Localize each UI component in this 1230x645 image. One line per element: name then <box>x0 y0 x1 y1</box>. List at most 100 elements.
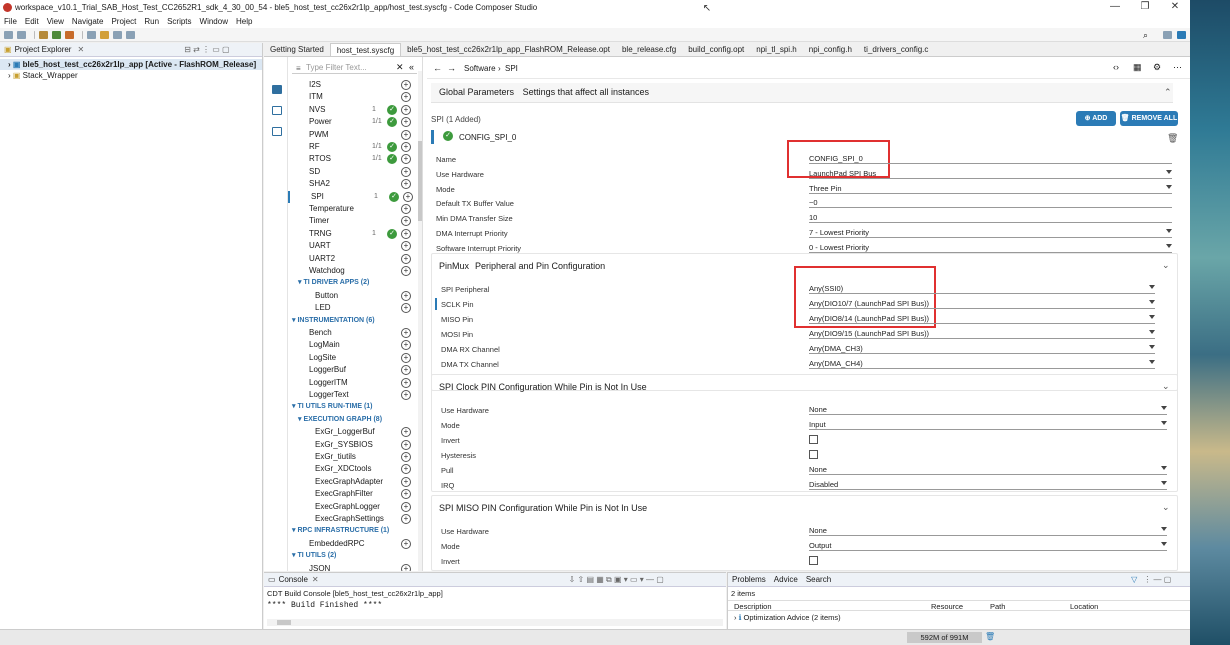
collapse-icon[interactable]: « <box>409 62 414 72</box>
module-item-timer[interactable]: Timer + <box>288 215 419 227</box>
module-scrollbar[interactable] <box>418 71 422 571</box>
debug-icon[interactable] <box>52 30 61 39</box>
module-item-nvs[interactable]: NVS 1 ✓ + <box>288 104 419 116</box>
module-item[interactable]: LogMain + <box>288 339 419 351</box>
maximize-button[interactable]: ❐ <box>1135 1 1155 12</box>
tab-getting-started[interactable]: Getting Started <box>264 43 330 56</box>
checkbox[interactable] <box>809 435 818 444</box>
module-item[interactable]: LoggerITM + <box>288 377 419 389</box>
add-module-icon[interactable]: + <box>401 390 411 400</box>
dropdown-select[interactable]: Any(DMA_CH3) <box>809 343 1155 354</box>
dropdown-select[interactable]: 0 - Lowest Priority <box>809 242 1172 253</box>
add-button[interactable]: ⊕ ADD <box>1076 111 1116 126</box>
heap-status[interactable]: 592M of 991M <box>907 632 982 643</box>
menu-file[interactable]: File <box>4 17 17 26</box>
module-item-uart[interactable]: UART + <box>288 240 419 252</box>
console-toolbar-icons[interactable]: ⇩ ⇧ ▤ ▦ ⧉ ▣ ▾ ▭ ▾ — ▢ <box>569 575 664 585</box>
tab-ble-release-cfg[interactable]: ble_release.cfg <box>616 43 682 56</box>
module-item[interactable]: LoggerText + <box>288 389 419 401</box>
dropdown-select[interactable]: Any(DMA_CH4) <box>809 358 1155 369</box>
module-item[interactable]: ExecGraphLogger + <box>288 501 419 513</box>
config-view-icon[interactable] <box>272 85 282 94</box>
minimize-button[interactable]: — <box>1105 1 1125 12</box>
forward-arrow-icon[interactable]: → <box>447 63 456 73</box>
add-module-icon[interactable]: + <box>401 452 411 462</box>
menu-edit[interactable]: Edit <box>25 17 39 26</box>
module-item[interactable]: ExGr_LoggerBuf + <box>288 426 419 438</box>
module-item[interactable]: ExGr_XDCtools + <box>288 463 419 475</box>
search-icon[interactable]: ⌕ <box>1143 30 1148 41</box>
add-module-icon[interactable]: + <box>401 154 411 165</box>
close-icon[interactable]: ✕ <box>77 45 84 54</box>
scrollbar-thumb[interactable] <box>277 620 291 625</box>
gc-icon[interactable]: 🗑 <box>985 632 995 641</box>
chevron-up-icon[interactable]: ⌃ <box>1164 87 1172 97</box>
menu-window[interactable]: Window <box>200 17 228 26</box>
tab-build-config-opt[interactable]: build_config.opt <box>682 43 750 56</box>
add-module-icon[interactable]: + <box>401 253 411 264</box>
tab-search[interactable]: Search <box>806 575 831 584</box>
module-item-power[interactable]: Power 1/1 ✓ + <box>288 116 419 128</box>
col-resource[interactable]: Resource <box>931 602 963 611</box>
category-ti-utils[interactable]: ▾ TI UTILS (2) <box>292 550 422 562</box>
more-icon[interactable]: ⋯ <box>1173 62 1182 73</box>
flash-icon[interactable] <box>65 30 74 39</box>
dropdown-select[interactable]: Any(DIO10/7 (LaunchPad SPI Bus)) <box>809 298 1155 309</box>
dropdown-select[interactable]: 7 - Lowest Priority <box>809 227 1172 238</box>
module-item-sha2[interactable]: SHA2 + <box>288 178 419 190</box>
category-ti-driver-apps[interactable]: ▾ TI DRIVER APPS (2) <box>298 277 422 289</box>
add-module-icon[interactable]: + <box>401 204 411 214</box>
problems-row[interactable]: › ℹ Optimization Advice (2 items) <box>728 611 1190 624</box>
add-module-icon[interactable]: + <box>401 340 411 351</box>
dropdown-select[interactable]: Input <box>809 419 1167 430</box>
files-view-icon[interactable] <box>272 106 282 115</box>
modules-view-icon[interactable] <box>272 127 282 136</box>
module-item-uart2[interactable]: UART2 + <box>288 253 419 265</box>
menu-view[interactable]: View <box>47 17 64 26</box>
module-item-i2s[interactable]: I2S + <box>288 79 419 91</box>
module-item-rf[interactable]: RF 1/1 ✓ + <box>288 141 419 153</box>
add-module-icon[interactable]: + <box>401 377 411 388</box>
add-module-icon[interactable]: + <box>401 514 411 524</box>
view-menu-icon[interactable]: ⊟ ⇄ ⋮ ▭ ▢ <box>184 45 229 54</box>
dropdown-select[interactable]: Any(SSI0) <box>809 283 1155 294</box>
module-item-sd[interactable]: SD + <box>288 166 419 178</box>
add-module-icon[interactable]: + <box>401 142 411 152</box>
module-item-watchdog[interactable]: Watchdog + <box>288 265 419 277</box>
board-view-icon[interactable]: ▦ <box>1133 62 1142 73</box>
perspective-active-icon[interactable] <box>1177 31 1186 39</box>
module-item[interactable]: LED + <box>288 302 419 314</box>
module-item-trng[interactable]: TRNG 1 ✓ + <box>288 228 419 240</box>
module-item[interactable]: LogSite + <box>288 352 419 364</box>
project-explorer-tab[interactable]: ▣ Project Explorer ✕ ⊟ ⇄ ⋮ ▭ ▢ <box>0 43 262 57</box>
dropdown-select[interactable]: None <box>809 464 1167 475</box>
add-module-icon[interactable]: + <box>401 117 411 128</box>
dropdown-select[interactable]: Any(DIO8/14 (LaunchPad SPI Bus)) <box>809 313 1155 324</box>
remove-all-button[interactable]: 🗑 REMOVE ALL <box>1120 111 1178 126</box>
view-menu-icon[interactable]: ⋮ — ▢ <box>1143 575 1171 584</box>
chevron-down-icon[interactable]: ⌄ <box>1162 381 1170 391</box>
add-module-icon[interactable]: + <box>401 352 411 363</box>
tab-npi-tl-spi-h[interactable]: npi_tl_spi.h <box>750 43 802 56</box>
add-module-icon[interactable]: + <box>401 92 411 103</box>
console-hscroll[interactable] <box>267 619 723 626</box>
tab-advice[interactable]: Advice <box>774 575 798 584</box>
new-icon[interactable] <box>4 30 13 39</box>
add-module-icon[interactable]: + <box>401 216 411 227</box>
chevron-down-icon[interactable]: ⌄ <box>1162 502 1170 512</box>
module-item[interactable]: ExGr_SYSBIOS + <box>288 439 419 451</box>
module-item[interactable]: ExGr_tiutils + <box>288 451 419 463</box>
add-module-icon[interactable]: + <box>401 427 411 438</box>
add-module-icon[interactable]: + <box>401 328 411 338</box>
add-module-icon[interactable]: + <box>401 303 411 314</box>
global-params-header[interactable]: Global Parameters Settings that affect a… <box>431 83 1173 103</box>
add-module-icon[interactable]: + <box>401 464 411 475</box>
close-button[interactable]: ✕ <box>1165 1 1185 12</box>
dropdown-select[interactable]: None <box>809 404 1167 415</box>
dropdown-select[interactable]: LaunchPad SPI Bus <box>809 168 1172 179</box>
wand-icon[interactable] <box>100 30 109 39</box>
menu-project[interactable]: Project <box>111 17 136 26</box>
tab-ti-drivers-config-c[interactable]: ti_drivers_config.c <box>858 43 934 56</box>
add-module-icon[interactable]: + <box>401 228 411 239</box>
checkbox[interactable] <box>809 556 818 565</box>
